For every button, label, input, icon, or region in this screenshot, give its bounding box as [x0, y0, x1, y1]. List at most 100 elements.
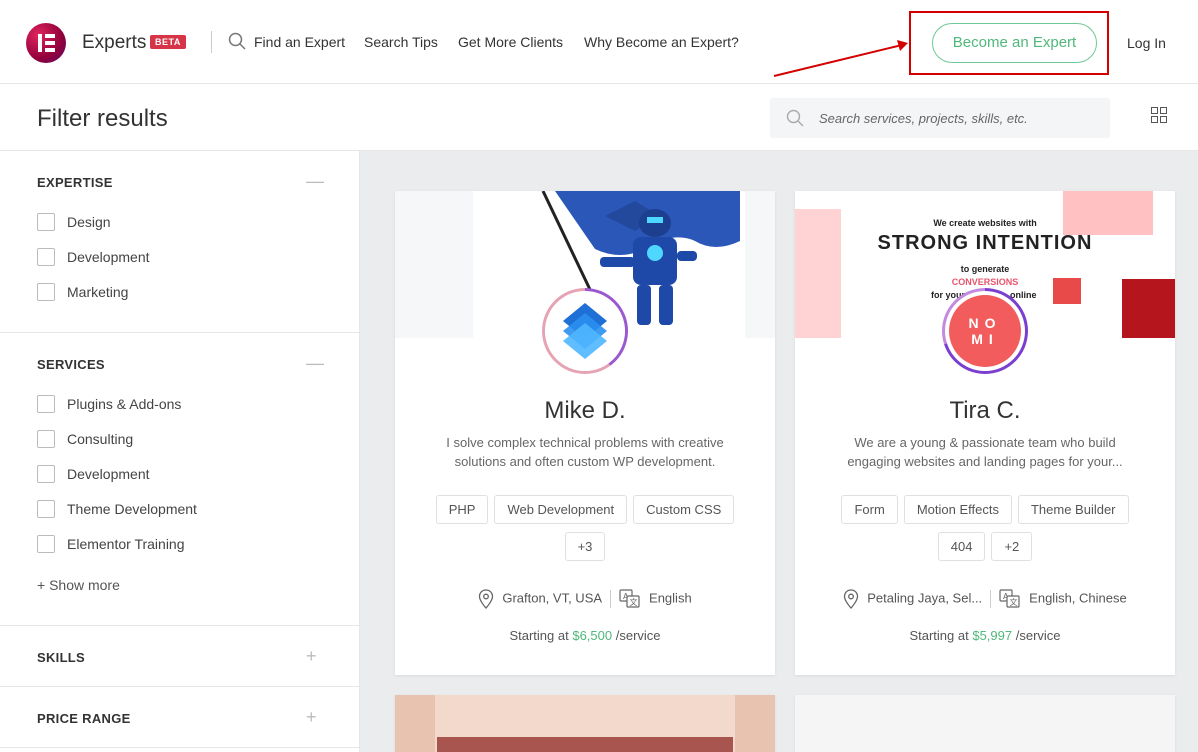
starting-price: Starting at $5,997 /service	[795, 628, 1175, 643]
expertise-heading[interactable]: EXPERTISE	[37, 175, 113, 190]
location-text: Petaling Jaya, Sel...	[867, 590, 983, 606]
become-expert-button[interactable]: Become an Expert	[932, 23, 1097, 63]
expand-icon[interactable]: +	[306, 707, 317, 728]
elementor-logo-icon[interactable]	[26, 23, 66, 63]
avatar-ring: NO MI	[942, 288, 1028, 374]
checkbox-label: Plugins & Add-ons	[67, 396, 182, 412]
starting-price: Starting at $6,500 /service	[395, 628, 775, 643]
search-icon	[786, 109, 804, 127]
skill-tag[interactable]: Motion Effects	[903, 495, 1012, 524]
languages-text: English	[649, 590, 692, 606]
skill-tag[interactable]: 404	[937, 532, 986, 561]
skill-tag[interactable]: Custom CSS	[633, 495, 735, 524]
expand-icon[interactable]: +	[306, 646, 317, 667]
svg-text:文: 文	[1010, 597, 1018, 607]
expert-meta: Petaling Jaya, Sel... A 文 English, Chine…	[795, 589, 1175, 609]
skill-tags: PHP Web Development Custom CSS +3	[395, 495, 775, 569]
nav-divider	[211, 31, 212, 53]
checkbox-label: Development	[67, 249, 150, 265]
price-suffix: /service	[615, 628, 661, 643]
location-pin-icon	[844, 589, 859, 609]
cover-line: CONVERSIONS	[951, 277, 1019, 287]
section-divider	[0, 747, 359, 748]
skill-tag[interactable]: Theme Builder	[1017, 495, 1129, 524]
language-icon: A 文	[999, 589, 1020, 608]
skills-heading[interactable]: SKILLS	[37, 650, 85, 665]
checkbox[interactable]	[37, 395, 55, 413]
grid-view-icon[interactable]	[1151, 107, 1167, 123]
checkbox[interactable]	[37, 430, 55, 448]
language-icon: A 文	[619, 589, 640, 608]
highlight-box: Become an Expert	[909, 11, 1109, 75]
checkbox-label: Theme Development	[67, 501, 197, 517]
price-range-heading[interactable]: PRICE RANGE	[37, 711, 131, 726]
avatar[interactable]: NO MI	[945, 291, 1025, 371]
search-placeholder: Search services, projects, skills, etc.	[819, 111, 1028, 126]
price-amount: $5,997	[972, 628, 1013, 643]
expert-meta: Grafton, VT, USA A 文 English	[395, 589, 775, 609]
checkbox[interactable]	[37, 535, 55, 553]
expert-name[interactable]: Tira C.	[795, 397, 1175, 425]
location-pin-icon	[479, 589, 494, 609]
expert-name[interactable]: Mike D.	[395, 397, 775, 425]
nav-get-more-clients[interactable]: Get More Clients	[458, 34, 563, 50]
checkbox[interactable]	[37, 465, 55, 483]
checkbox-label: Elementor Training	[67, 536, 185, 552]
expert-description: I solve complex technical problems with …	[446, 435, 724, 469]
services-heading[interactable]: SERVICES	[37, 357, 105, 372]
collapse-icon[interactable]: —	[306, 171, 324, 192]
top-navbar: Experts BETA Find an Expert Search Tips …	[0, 0, 1198, 84]
skill-tag[interactable]: Web Development	[494, 495, 628, 524]
show-more-link[interactable]: + Show more	[37, 577, 120, 593]
cover-headline: STRONG INTENTION	[877, 232, 1093, 254]
price-suffix: /service	[1015, 628, 1061, 643]
section-divider	[0, 625, 359, 626]
search-icon[interactable]	[228, 32, 246, 50]
price-prefix: Starting at	[909, 628, 969, 643]
nav-search-tips[interactable]: Search Tips	[364, 34, 438, 50]
checkbox[interactable]	[37, 213, 55, 231]
experts-grid: Mike D. I solve complex technical proble…	[360, 151, 1198, 752]
filter-sidebar: EXPERTISE — Design Development Marketing…	[0, 151, 360, 752]
nav-find-expert[interactable]: Find an Expert	[254, 34, 345, 50]
login-link[interactable]: Log In	[1127, 35, 1166, 51]
cover-line: to generate	[960, 264, 1010, 274]
brand-name[interactable]: Experts	[82, 32, 146, 54]
more-tags-badge[interactable]: +2	[991, 532, 1033, 561]
svg-text:文: 文	[630, 597, 638, 607]
checkbox-label: Design	[67, 214, 111, 230]
cover-image	[395, 695, 775, 752]
layers-logo-icon	[545, 291, 625, 371]
search-input[interactable]: Search services, projects, skills, etc.	[770, 98, 1110, 138]
meta-divider	[990, 590, 992, 608]
checkbox-label: Development	[67, 466, 150, 482]
nav-why-become-expert[interactable]: Why Become an Expert?	[584, 34, 739, 50]
price-prefix: Starting at	[509, 628, 569, 643]
expert-card[interactable]: We create websites with STRONG INTENTION…	[795, 191, 1175, 675]
checkbox[interactable]	[37, 248, 55, 266]
cover-line: We create websites with	[933, 218, 1037, 228]
skill-tag[interactable]: Form	[841, 495, 898, 524]
filter-title: Filter results	[37, 105, 168, 132]
avatar-ring	[542, 288, 628, 374]
expert-card[interactable]: Mike D. I solve complex technical proble…	[395, 191, 775, 675]
collapse-icon[interactable]: —	[306, 353, 324, 374]
avatar[interactable]	[545, 291, 625, 371]
more-tags-badge[interactable]: +3	[564, 532, 606, 561]
checkbox[interactable]	[37, 500, 55, 518]
expert-description: We are a young & passionate team who bui…	[847, 435, 1123, 469]
skill-tags: Form Motion Effects Theme Builder 404 +2	[795, 495, 1175, 569]
expert-card[interactable]	[395, 695, 775, 752]
beta-badge: BETA	[150, 35, 186, 49]
red-arrow-annotation	[773, 40, 908, 77]
languages-text: English, Chinese	[1029, 590, 1127, 606]
checkbox-label: Marketing	[67, 284, 129, 300]
checkbox-label: Consulting	[67, 431, 134, 447]
skill-tag[interactable]: PHP	[435, 495, 489, 524]
meta-divider	[610, 590, 612, 608]
checkbox[interactable]	[37, 283, 55, 301]
avatar-initials: NO MI	[968, 315, 1002, 347]
section-divider	[0, 332, 359, 333]
expert-card[interactable]	[795, 695, 1175, 752]
price-amount: $6,500	[572, 628, 613, 643]
